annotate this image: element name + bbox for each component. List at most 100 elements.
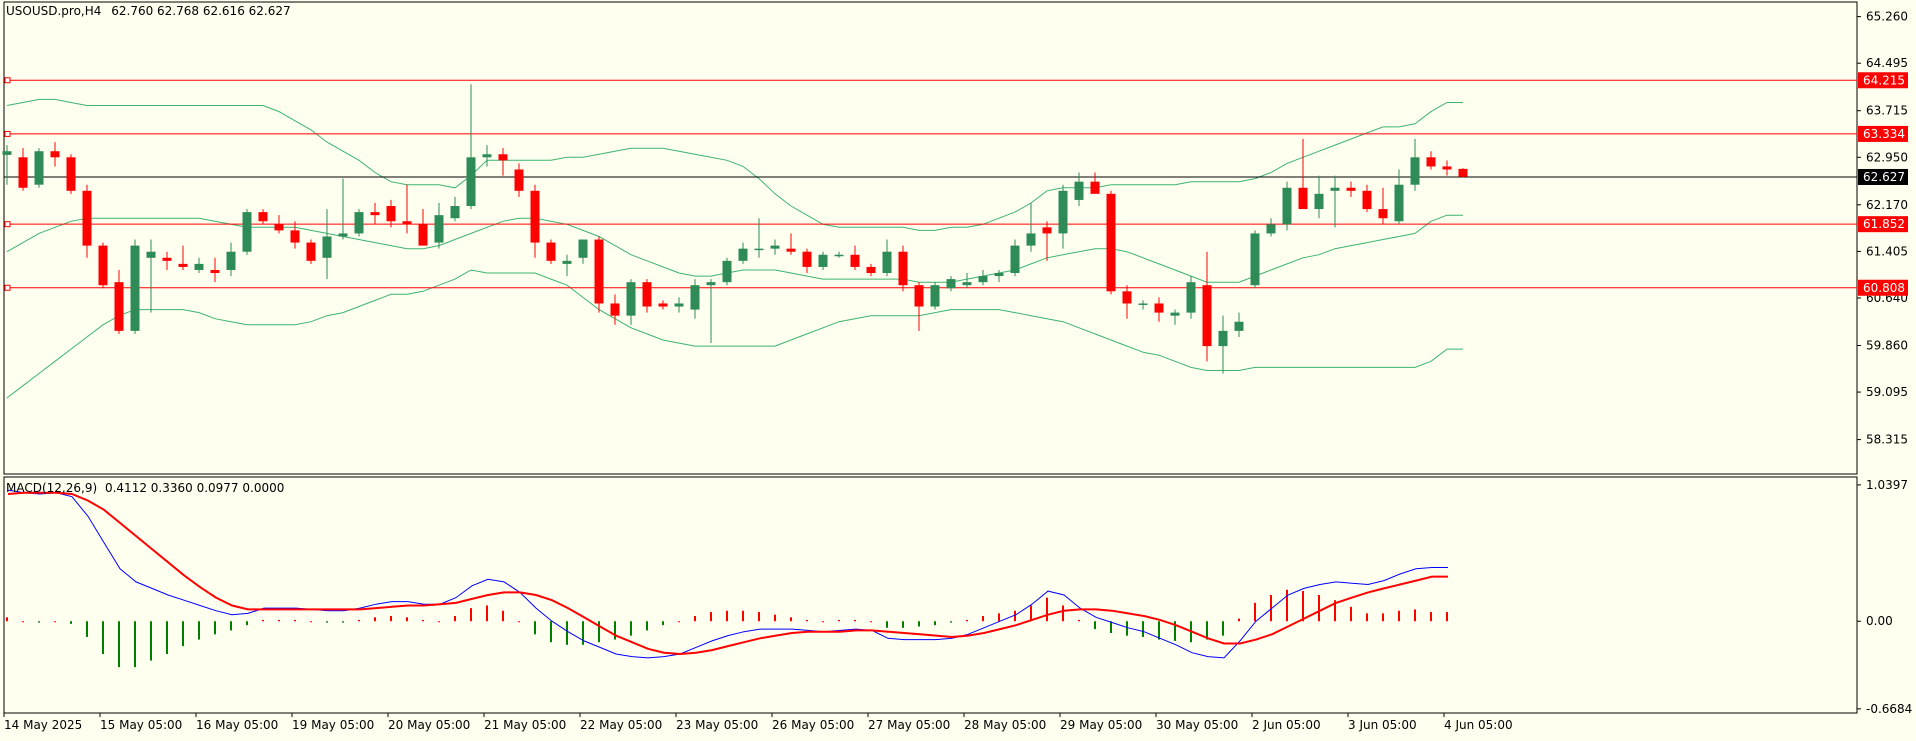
candle-body — [1330, 187, 1340, 191]
candle-body — [1106, 193, 1116, 292]
candle-bearish — [306, 239, 316, 264]
candle-body — [450, 206, 460, 219]
candle-body — [1298, 187, 1308, 210]
level-price-label: 61.852 — [1863, 217, 1905, 231]
macd-histogram-bar — [598, 621, 600, 643]
candle-body — [50, 151, 60, 158]
candle-body — [546, 242, 556, 261]
macd-histogram-bar — [54, 621, 56, 623]
candle-body — [1410, 157, 1420, 185]
macd-histogram-bar — [326, 621, 328, 623]
macd-histogram-bar — [310, 621, 312, 623]
macd-histogram-bar — [1382, 613, 1384, 622]
macd-histogram-bar — [662, 621, 664, 626]
candle-body — [1314, 193, 1324, 210]
macd-histogram-bar — [758, 612, 760, 622]
candle-body — [258, 212, 268, 222]
candle-bearish — [1106, 190, 1116, 295]
macd-histogram-bar — [726, 610, 728, 622]
macd-histogram-bar — [230, 621, 232, 631]
candle-body — [1378, 209, 1388, 219]
candle-body — [1122, 291, 1132, 304]
time-tick-label: 29 May 05:00 — [1060, 718, 1142, 732]
candle-body — [338, 233, 348, 237]
candle-body — [674, 303, 684, 307]
candle-body — [578, 239, 588, 258]
trading-chart[interactable]: 65.260 64.495 63.715 62.950 62.170 61.405 60.6… — [0, 0, 1916, 737]
candle-body — [1202, 285, 1212, 347]
macd-tick-label: -0.6684 — [1866, 702, 1912, 716]
candle-bullish — [1282, 181, 1292, 231]
macd-histogram-bar — [870, 621, 872, 623]
candle-body — [114, 282, 124, 331]
candle-body — [130, 245, 140, 331]
macd-histogram-bar — [6, 617, 8, 622]
macd-histogram-bar — [550, 621, 552, 643]
macd-histogram-bar — [1430, 612, 1432, 622]
candle-body — [1218, 330, 1228, 347]
time-tick-label: 15 May 05:00 — [100, 718, 182, 732]
candle-body — [146, 251, 156, 258]
macd-histogram-bar — [1062, 605, 1064, 622]
macd-histogram-bar — [1126, 621, 1128, 636]
chart-svg[interactable]: 65.26064.49563.71562.95062.17061.40560.6… — [0, 0, 1916, 737]
candle-body — [1042, 227, 1052, 234]
candle-body — [850, 254, 860, 267]
macd-histogram-bar — [790, 617, 792, 622]
macd-histogram-bar — [454, 615, 456, 622]
macd-histogram-bar — [422, 619, 424, 622]
price-tick-label: 58.315 — [1866, 433, 1908, 447]
macd-histogram-bar — [886, 621, 888, 628]
candle-body — [306, 242, 316, 261]
time-tick-label: 21 May 05:00 — [484, 718, 566, 732]
macd-histogram-bar — [1014, 610, 1016, 622]
candle-body — [242, 212, 252, 252]
time-tick-label: 2 Jun 05:00 — [1252, 718, 1321, 732]
candle-body — [354, 212, 364, 234]
macd-histogram-bar — [1446, 612, 1448, 622]
macd-histogram-bar — [630, 621, 632, 636]
candle-body — [930, 285, 940, 307]
candle-body — [290, 230, 300, 243]
candle-body — [642, 282, 652, 307]
candle-body — [898, 251, 908, 286]
macd-histogram-bar — [742, 610, 744, 622]
candle-bullish — [1186, 276, 1196, 319]
candle-body — [1426, 157, 1436, 167]
candle-body — [98, 245, 108, 286]
macd-histogram-bar — [646, 621, 648, 631]
level-price-label: 60.808 — [1863, 281, 1905, 295]
candle-body — [18, 157, 28, 188]
level-price-label: 63.334 — [1863, 127, 1905, 141]
candle-body — [1138, 303, 1148, 305]
time-tick-label: 20 May 05:00 — [388, 718, 470, 732]
candle-body — [1458, 168, 1468, 177]
candle-bullish — [930, 282, 940, 310]
macd-histogram-bar — [358, 619, 360, 622]
candle-body — [626, 282, 636, 316]
price-tick-label: 62.950 — [1866, 150, 1908, 164]
macd-histogram-bar — [1158, 621, 1160, 640]
candle-body — [882, 251, 892, 274]
macd-histogram-bar — [182, 621, 184, 647]
candle-bearish — [1458, 168, 1468, 178]
candle-body — [178, 263, 188, 267]
macd-histogram-bar — [1414, 609, 1416, 622]
macd-histogram-bar — [38, 621, 40, 623]
candle-body — [66, 157, 76, 191]
candle-body — [1170, 312, 1180, 316]
price-tick-label: 64.495 — [1866, 56, 1908, 70]
time-tick-label: 30 May 05:00 — [1156, 718, 1238, 732]
candle-body — [370, 212, 380, 216]
candle-bullish — [34, 148, 44, 188]
price-tick-label: 62.170 — [1866, 198, 1908, 212]
macd-histogram-bar — [1302, 591, 1304, 622]
macd-histogram-bar — [710, 612, 712, 622]
macd-tick-label: 0.00 — [1866, 614, 1893, 628]
candle-body — [1394, 184, 1404, 222]
macd-histogram-bar — [278, 619, 280, 622]
macd-histogram-bar — [438, 621, 440, 623]
time-tick-label: 23 May 05:00 — [676, 718, 758, 732]
candle-body — [786, 248, 796, 252]
candle-body — [690, 285, 700, 310]
